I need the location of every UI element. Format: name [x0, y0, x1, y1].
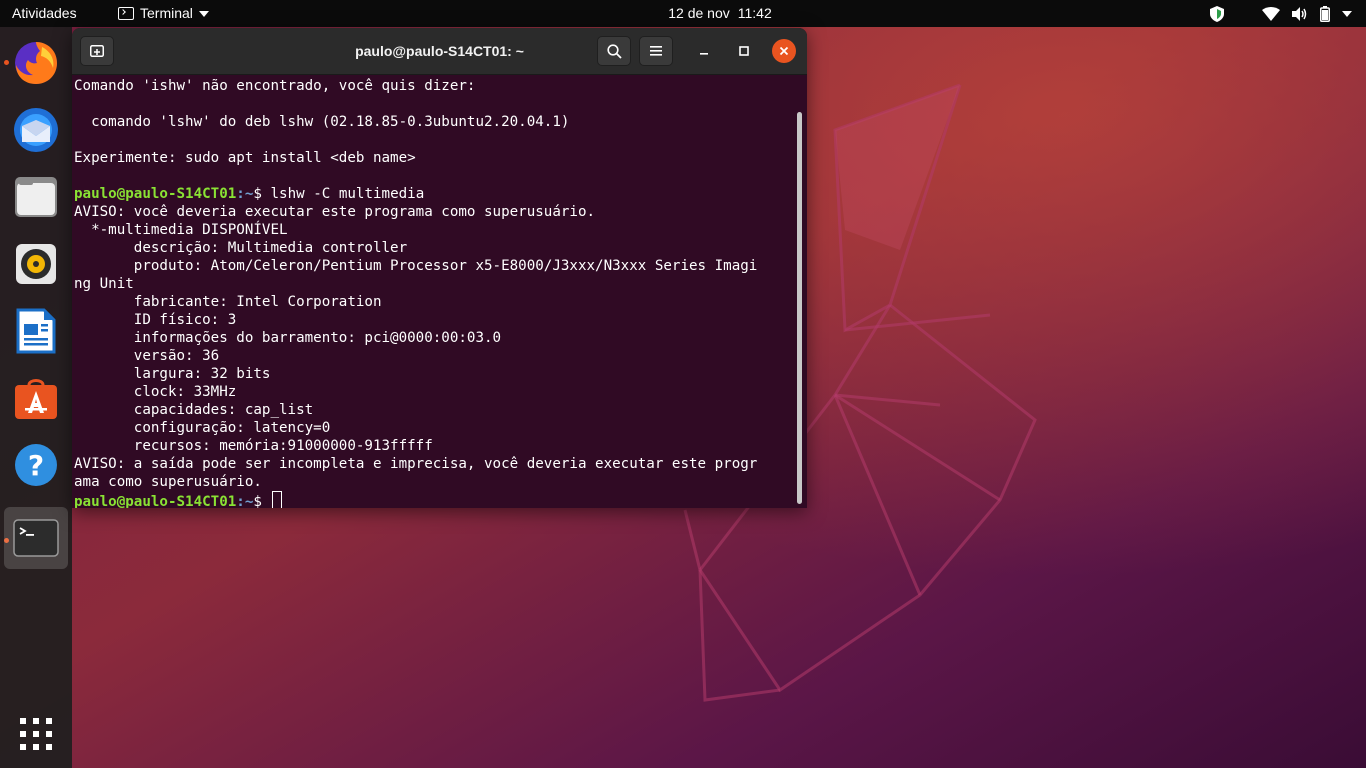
prompt-user: paulo@paulo-S14CT01	[74, 494, 237, 508]
system-tray[interactable]	[1210, 0, 1352, 27]
files-icon	[15, 177, 57, 217]
volume-icon[interactable]	[1292, 6, 1308, 21]
date-label: 12 de nov	[668, 5, 730, 21]
dock-item-writer[interactable]	[4, 300, 68, 362]
terminal-line: configuração: latency=0	[74, 420, 331, 436]
terminal-line: produto: Atom/Celeron/Pentium Processor …	[74, 258, 758, 274]
terminal-line: recursos: memória:91000000-913fffff	[74, 438, 433, 454]
hamburger-icon	[650, 46, 662, 56]
terminal-line: informações do barramento: pci@0000:00:0…	[74, 330, 502, 346]
dock-item-software[interactable]	[4, 367, 68, 429]
battery-icon[interactable]	[1320, 5, 1330, 22]
firefox-icon	[15, 42, 57, 84]
prompt-user: paulo@paulo-S14CT01	[74, 186, 237, 202]
terminal-line: largura: 32 bits	[74, 366, 271, 382]
terminal-line: AVISO: você deveria executar este progra…	[74, 204, 596, 220]
terminal-line: versão: 36	[74, 348, 220, 364]
dock-item-firefox[interactable]	[4, 32, 68, 94]
prompt-symbol: $	[253, 186, 271, 202]
terminal-line: descrição: Multimedia controller	[74, 240, 408, 256]
terminal-line: Experimente: sudo apt install <deb name>	[74, 150, 416, 166]
dock-item-rhythmbox[interactable]	[4, 233, 68, 295]
command-text: lshw -C multimedia	[270, 186, 425, 202]
rhythmbox-icon	[16, 244, 56, 284]
menu-button[interactable]	[639, 36, 673, 66]
scrollbar[interactable]	[797, 112, 802, 504]
top-bar: Atividades Terminal 12 de nov 11:42	[0, 0, 1366, 27]
terminal-line: ng Unit	[74, 276, 134, 292]
dock-item-files[interactable]	[4, 166, 68, 228]
text-cursor[interactable]	[272, 491, 283, 508]
window-titlebar[interactable]: paulo@paulo-S14CT01: ~	[72, 28, 807, 75]
terminal-line: capacidades: cap_list	[74, 402, 314, 418]
maximize-icon	[739, 46, 749, 56]
search-button[interactable]	[597, 36, 631, 66]
power-menu-icon[interactable]	[1342, 10, 1352, 17]
dock-item-terminal[interactable]	[4, 507, 68, 569]
terminal-line: clock: 33MHz	[74, 384, 237, 400]
terminal-line: Comando 'ishw' não encontrado, você quis…	[74, 78, 476, 94]
terminal-prompt-line: paulo@paulo-S14CT01:~$	[74, 491, 796, 508]
maximize-button[interactable]	[732, 39, 756, 63]
software-icon	[15, 379, 57, 419]
show-applications-button[interactable]	[4, 703, 68, 765]
terminal-line: AVISO: a saída pode ser incompleta e imp…	[74, 456, 758, 472]
terminal-line: ama como superusuário.	[74, 474, 262, 490]
dock-item-help[interactable]: ?	[4, 434, 68, 496]
prompt-symbol: $	[253, 494, 271, 508]
grid-icon	[20, 718, 52, 750]
terminal-prompt-line: paulo@paulo-S14CT01:~$ lshw -C multimedi…	[74, 185, 796, 203]
svg-text:?: ?	[28, 449, 44, 482]
terminal-output[interactable]: Comando 'ishw' não encontrado, você quis…	[74, 75, 796, 508]
close-icon	[779, 46, 789, 56]
dock: ?	[0, 27, 72, 768]
close-button[interactable]	[772, 39, 796, 63]
terminal-line: fabricante: Intel Corporation	[74, 294, 382, 310]
help-icon: ?	[15, 444, 57, 486]
prompt-separator: :	[236, 186, 245, 202]
terminal-line: *-multimedia DISPONÍVEL	[74, 222, 288, 238]
minimize-icon	[700, 53, 708, 55]
dock-item-thunderbird[interactable]	[4, 99, 68, 161]
terminal-line: ID físico: 3	[74, 312, 237, 328]
shield-icon[interactable]	[1210, 5, 1224, 22]
clock-button[interactable]: 12 de nov 11:42	[0, 0, 1366, 27]
time-label: 11:42	[737, 5, 772, 21]
terminal-line: comando 'lshw' do deb lshw (02.18.85-0.3…	[74, 114, 570, 130]
search-icon	[606, 43, 622, 59]
thunderbird-icon	[14, 108, 58, 152]
terminal-icon	[13, 519, 59, 557]
minimize-button[interactable]	[692, 39, 716, 63]
prompt-separator: :	[236, 494, 245, 508]
writer-icon	[16, 308, 56, 354]
terminal-window[interactable]: paulo@paulo-S14CT01: ~ Comando 'ishw' nã…	[72, 28, 807, 508]
wifi-icon[interactable]	[1262, 6, 1280, 21]
